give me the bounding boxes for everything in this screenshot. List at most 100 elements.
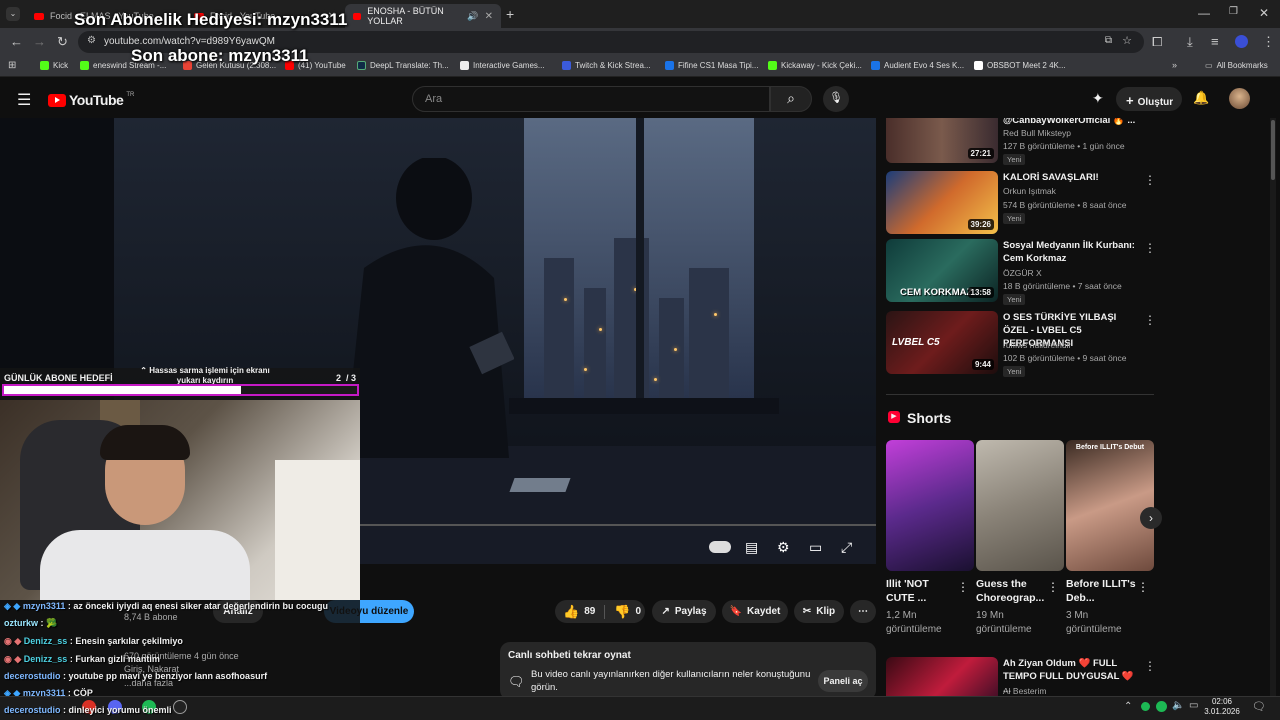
- shorts-heading: Shorts: [907, 410, 952, 426]
- close-window-icon[interactable]: ✕: [1259, 6, 1269, 20]
- more-options-icon[interactable]: ⋮: [1144, 173, 1156, 187]
- short-views: 1,2 Mn görüntüleme: [886, 610, 942, 635]
- more-options-icon[interactable]: ⋮: [1144, 313, 1156, 327]
- profile-avatar[interactable]: [1235, 35, 1248, 48]
- tab-3-label: ENOSHA - BÜTÜN YOLLAR: [367, 6, 444, 26]
- autoplay-toggle[interactable]: [709, 541, 731, 553]
- recommended-video-2[interactable]: CEM KORKMAZ 13:58 Sosyal Medyanın İlk Ku…: [886, 239, 1156, 307]
- chat-text: : Enesin şarkılar çekilmiyo: [69, 636, 183, 646]
- tray-app-icon[interactable]: [1141, 702, 1150, 711]
- more-actions-button[interactable]: ⋯: [850, 600, 876, 623]
- reload-icon[interactable]: ↻: [57, 34, 68, 50]
- chat-username: decerostudio: [4, 671, 61, 681]
- bookmark-6[interactable]: Twitch & Kick Strea...: [562, 61, 651, 70]
- media-icon[interactable]: ≡: [1211, 34, 1219, 49]
- close-icon[interactable]: ✕: [485, 11, 493, 22]
- recommended-video-3[interactable]: LVBEL C5 9:44 O SES TÜRKİYE YILBAŞI ÖZEL…: [886, 311, 1156, 379]
- chat-username: decerostudio: [4, 705, 61, 715]
- like-dislike-group[interactable]: 👍 89 👎 0: [555, 600, 645, 623]
- bookmark-8[interactable]: Kickaway - Kick Çeki...: [768, 61, 862, 70]
- like-count: 89: [584, 606, 596, 617]
- recommended-video-4[interactable]: Ah Ziyan Oldum ❤️ FULL TEMPO FULL DUYGUS…: [886, 657, 1156, 696]
- chat-text: : dinleyici yorumu önemli: [63, 705, 172, 715]
- speaker-icon[interactable]: 🔊: [467, 11, 478, 22]
- subtitles-icon[interactable]: ▤: [745, 539, 758, 556]
- tab-search-button[interactable]: ⌄: [6, 7, 20, 21]
- video-thumbnail: LVBEL C5 9:44: [886, 311, 998, 374]
- search-input[interactable]: Ara: [412, 86, 770, 112]
- chat-message: decerostudio : youtube pp mavi ye benziy…: [4, 671, 267, 681]
- video-title: @CanbayWolkerOfficial 🔥 ...: [1003, 118, 1136, 126]
- hamburger-menu-icon[interactable]: ☰: [17, 90, 31, 110]
- chat-text: : 🥦: [40, 618, 58, 628]
- bookmark-4[interactable]: DeepL Translate: Th...: [357, 61, 449, 70]
- bookmark-star-icon[interactable]: ☆: [1122, 34, 1132, 47]
- taskbar-obs-icon[interactable]: [173, 700, 187, 714]
- chat-username: ozturkw: [4, 618, 39, 628]
- open-panel-button[interactable]: Paneli aç: [818, 670, 868, 692]
- theater-mode-icon[interactable]: ▭: [809, 539, 822, 556]
- extensions-icon[interactable]: ⧠: [1152, 34, 1162, 50]
- recommended-video-0[interactable]: 27:21 @CanbayWolkerOfficial 🔥 ... Red Bu…: [886, 118, 1156, 166]
- cast-icon[interactable]: ⧉: [1105, 35, 1112, 46]
- tray-clock[interactable]: 02:06 3.01.2026: [1203, 697, 1241, 717]
- account-avatar[interactable]: [1229, 88, 1250, 109]
- menu-icon[interactable]: ⋮: [1262, 34, 1275, 50]
- save-button[interactable]: 🔖 Kaydet: [722, 600, 788, 623]
- video-title: KALORİ SAVAŞLARI!: [1003, 172, 1099, 183]
- shirt: [40, 530, 250, 600]
- goal-progress-fill: [4, 386, 241, 394]
- site-info-icon[interactable]: ⚙: [87, 35, 96, 46]
- settings-icon[interactable]: ⚙: [777, 539, 790, 556]
- bookmark-10[interactable]: OBSBOT Meet 2 4K...: [974, 61, 1066, 70]
- back-icon[interactable]: ←: [10, 34, 23, 49]
- new-tab-button[interactable]: +: [506, 6, 514, 22]
- more-options-icon[interactable]: ⋮: [957, 580, 969, 594]
- notification-center-icon[interactable]: 🗨: [1252, 700, 1266, 713]
- thumbs-down-icon[interactable]: 👎: [614, 604, 630, 620]
- all-bookmarks[interactable]: ▭ All Bookmarks: [1205, 61, 1268, 70]
- short-thumbnail-2[interactable]: Before ILLIT's Debut: [1066, 440, 1154, 571]
- notifications-bell-icon[interactable]: 🔔: [1193, 90, 1209, 106]
- tab-3[interactable]: ENOSHA - BÜTÜN YOLLAR 🔊 ✕: [345, 4, 501, 28]
- more-options-icon[interactable]: ⋮: [1144, 659, 1156, 673]
- more-options-icon[interactable]: ⋮: [1137, 580, 1149, 594]
- create-button[interactable]: + Oluştur: [1116, 87, 1182, 111]
- voice-search-button[interactable]: 🎙: [823, 86, 849, 112]
- more-options-icon[interactable]: ⋮: [1144, 241, 1156, 255]
- volume-icon[interactable]: 🔈: [1172, 700, 1184, 711]
- bookmark-0[interactable]: Kick: [40, 61, 68, 70]
- minimize-icon[interactable]: —: [1198, 6, 1210, 20]
- fullscreen-icon[interactable]: ⤢: [841, 539, 852, 556]
- restore-icon[interactable]: ❐: [1229, 6, 1238, 17]
- short-thumbnail-0[interactable]: [886, 440, 974, 571]
- video-duration: 27:21: [967, 148, 994, 159]
- bookmark-9[interactable]: Audient Evo 4 Ses K...: [871, 61, 964, 70]
- network-icon[interactable]: ▭: [1189, 700, 1198, 711]
- apps-icon[interactable]: ⊞: [8, 60, 16, 71]
- clip-button[interactable]: ✂ Klip: [794, 600, 844, 623]
- bookmark-5[interactable]: Interactive Games...: [460, 61, 545, 70]
- forward-icon[interactable]: →: [33, 34, 46, 49]
- premium-icon[interactable]: ✦: [1092, 90, 1104, 107]
- divider: [604, 604, 606, 619]
- youtube-logo[interactable]: YouTube TR: [48, 92, 134, 108]
- more-options-icon[interactable]: ⋮: [1047, 580, 1059, 594]
- more-bookmarks-icon[interactable]: »: [1172, 60, 1177, 70]
- bookmark-icon: 🔖: [729, 606, 743, 617]
- thumbs-up-icon[interactable]: 👍: [563, 604, 579, 620]
- recommended-video-1[interactable]: 39:26 KALORİ SAVAŞLARI! Orkun Işıtmak 57…: [886, 171, 1156, 239]
- video-duration: 9:44: [971, 359, 994, 370]
- chat-message: ozturkw : 🥦: [4, 618, 57, 629]
- download-icon[interactable]: ⤓: [1187, 34, 1193, 50]
- scrollbar-thumb[interactable]: [1271, 120, 1275, 180]
- kick-icon: [40, 61, 49, 70]
- tray-chevron-icon[interactable]: ⌃: [1124, 701, 1132, 712]
- tray-spotify-icon[interactable]: [1156, 701, 1167, 712]
- bookmark-7[interactable]: Fifine CS1 Masa Tipi...: [665, 61, 758, 70]
- shorts-next-button[interactable]: ›: [1140, 507, 1162, 529]
- short-thumbnail-1[interactable]: [976, 440, 1064, 571]
- share-button[interactable]: ↗ Paylaş: [652, 600, 716, 623]
- search-button[interactable]: ⌕: [770, 86, 812, 112]
- scrollbar[interactable]: [1270, 118, 1276, 696]
